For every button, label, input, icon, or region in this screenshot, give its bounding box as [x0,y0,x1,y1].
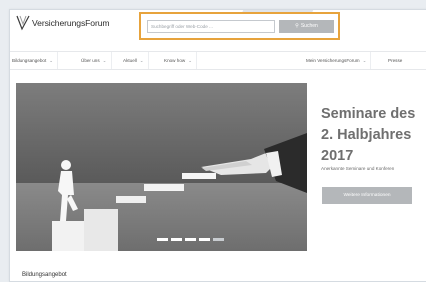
nav-item-bildungsangebot[interactable]: Bildungsangebot ⌄ [12,52,59,69]
logo-mark-icon [16,15,30,31]
slider-pagination [157,238,224,241]
search-icon: ⚲ [295,23,299,29]
hero-image [16,83,307,251]
chevron-down-icon: ⌄ [188,58,193,63]
nav-item-label: Aktuell [123,58,137,63]
nav-item-ueber-uns[interactable]: Über uns ⌄ [81,52,112,69]
hero-slider[interactable] [16,83,307,251]
chevron-down-icon: ⌄ [362,58,367,63]
slider-dot[interactable] [157,238,168,241]
logo[interactable]: VersicherungsForum [16,15,110,31]
nav-item-presse[interactable]: Presse [388,52,406,69]
search-button[interactable]: ⚲ Suchen [279,20,334,33]
search-button-label: Suchen [300,23,318,29]
section-title: Bildungsangebot [22,272,67,278]
logo-text: VersicherungsForum [32,18,110,28]
slider-dot[interactable] [185,238,196,241]
search-box: ⚲Suchen [139,12,340,40]
nav-item-label: Über uns [81,58,100,63]
nav-item-label: Presse [388,58,403,63]
nav-item-label: Know how [164,58,186,63]
main-nav: Bildungsangebot ⌄ Über uns ⌄ Aktuell ⌄ Know… [10,51,426,70]
slider-dot[interactable] [199,238,210,241]
nav-item-aktuell[interactable]: Aktuell ⌄ [123,52,149,69]
promo-title: Seminare des 2. Halbjahres 2017 [321,106,416,164]
search-input[interactable] [147,20,275,33]
slider-dot-active[interactable] [213,238,224,241]
site-header: VersicherungsForum ⚲Suchen [10,10,426,50]
nav-item-label: Mein VersicherungsForum [306,58,360,63]
chevron-down-icon: ⌄ [49,58,54,63]
page-frame: VersicherungsForum ⚲Suchen Bildungsangeb… [9,9,426,282]
slider-dot[interactable] [171,238,182,241]
nav-item-label: Bildungsangebot [12,58,47,63]
nav-item-mein-versicherungsforum[interactable]: Mein VersicherungsForum ⌄ [306,52,372,69]
more-info-button[interactable]: Weitere Informationen [322,187,412,204]
nav-item-know-how[interactable]: Know how ⌄ [164,52,198,69]
chevron-down-icon: ⌄ [102,58,107,63]
promo-subtitle: Anerkannte Seminare und Konferen [321,166,395,171]
chevron-down-icon: ⌄ [139,58,144,63]
